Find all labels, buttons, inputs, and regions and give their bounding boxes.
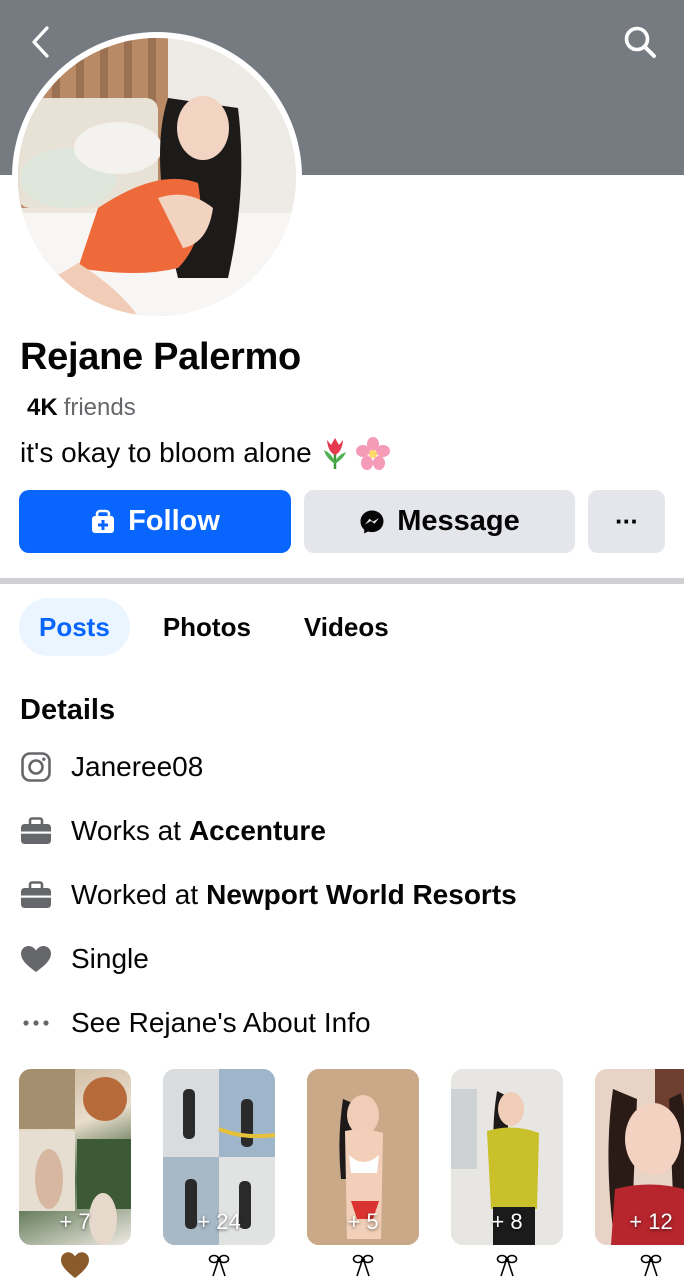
relationship-status: Single [71, 943, 149, 974]
detail-instagram[interactable]: Janeree08 [20, 747, 203, 787]
profile-tabs: Posts Photos Videos [19, 598, 422, 656]
section-divider [0, 578, 684, 584]
instagram-handle: Janeree08 [71, 751, 204, 782]
past-work-place: Newport World Resorts [206, 879, 517, 910]
more-options-button[interactable]: ··· [588, 490, 665, 553]
back-button[interactable] [22, 22, 58, 62]
message-label: Message [397, 505, 520, 537]
story-count: + 7 [59, 1209, 91, 1234]
chevron-left-icon [32, 26, 49, 58]
story-count: + 8 [491, 1209, 523, 1234]
instagram-icon [20, 751, 52, 783]
see-about-info-link[interactable]: See Rejane's About Info [20, 1003, 371, 1043]
briefcase-icon [20, 815, 52, 847]
follow-label: Follow [128, 505, 220, 537]
story-count: + 5 [347, 1209, 379, 1234]
friends-count[interactable]: 4K friends [27, 394, 136, 422]
story-badges [19, 1250, 684, 1280]
tab-photos[interactable]: Photos [143, 598, 271, 656]
detail-past-work[interactable]: Worked at Newport World Resorts [20, 875, 517, 915]
brown-heart-icon [61, 1252, 89, 1278]
story-card[interactable]: + 5 [307, 1069, 419, 1245]
message-button[interactable]: Message [304, 490, 575, 553]
story-card[interactable]: + 24 [163, 1069, 275, 1245]
avatar-image [18, 38, 296, 316]
tab-posts[interactable]: Posts [19, 598, 130, 656]
about-info-label: See Rejane's About Info [71, 1007, 371, 1038]
profile-name: Rejane Palermo [20, 336, 301, 378]
messenger-icon [360, 510, 384, 533]
search-icon [624, 26, 656, 58]
story-card[interactable]: + 12 [595, 1069, 684, 1245]
ribbon-icon [496, 1254, 518, 1277]
friends-number: 4K [27, 394, 58, 421]
profile-bio: it's okay to bloom alone [20, 436, 390, 470]
work-place: Accenture [188, 815, 326, 846]
work-prefix: Works at [71, 815, 181, 846]
heart-icon [20, 943, 52, 975]
story-card[interactable]: + 7 [19, 1069, 131, 1245]
more-dots-icon [20, 1007, 52, 1039]
detail-relationship[interactable]: Single [20, 939, 149, 979]
friends-label: friends [63, 394, 136, 421]
bio-text: it's okay to bloom alone [20, 437, 312, 468]
search-button[interactable] [618, 20, 662, 64]
detail-work[interactable]: Works at Accenture [20, 811, 326, 851]
tulip-icon [323, 438, 346, 469]
cherry-blossom-icon [355, 437, 390, 470]
featured-stories: + 7 + 24 + 5 + 8 + 12 [19, 1069, 684, 1245]
details-heading: Details [20, 694, 116, 726]
more-dots-label: ··· [615, 506, 639, 536]
profile-picture[interactable] [12, 32, 302, 322]
follow-button[interactable]: Follow [19, 490, 291, 553]
story-count: + 24 [197, 1209, 241, 1234]
story-count: + 12 [629, 1209, 673, 1234]
past-work-prefix: Worked at [71, 879, 199, 910]
story-card[interactable]: + 8 [451, 1069, 563, 1245]
ribbon-icon [208, 1254, 230, 1277]
add-friend-icon [92, 509, 115, 533]
ribbon-icon [352, 1254, 374, 1277]
tab-videos[interactable]: Videos [284, 598, 409, 656]
briefcase-icon [20, 879, 52, 911]
ribbon-icon [640, 1254, 662, 1277]
